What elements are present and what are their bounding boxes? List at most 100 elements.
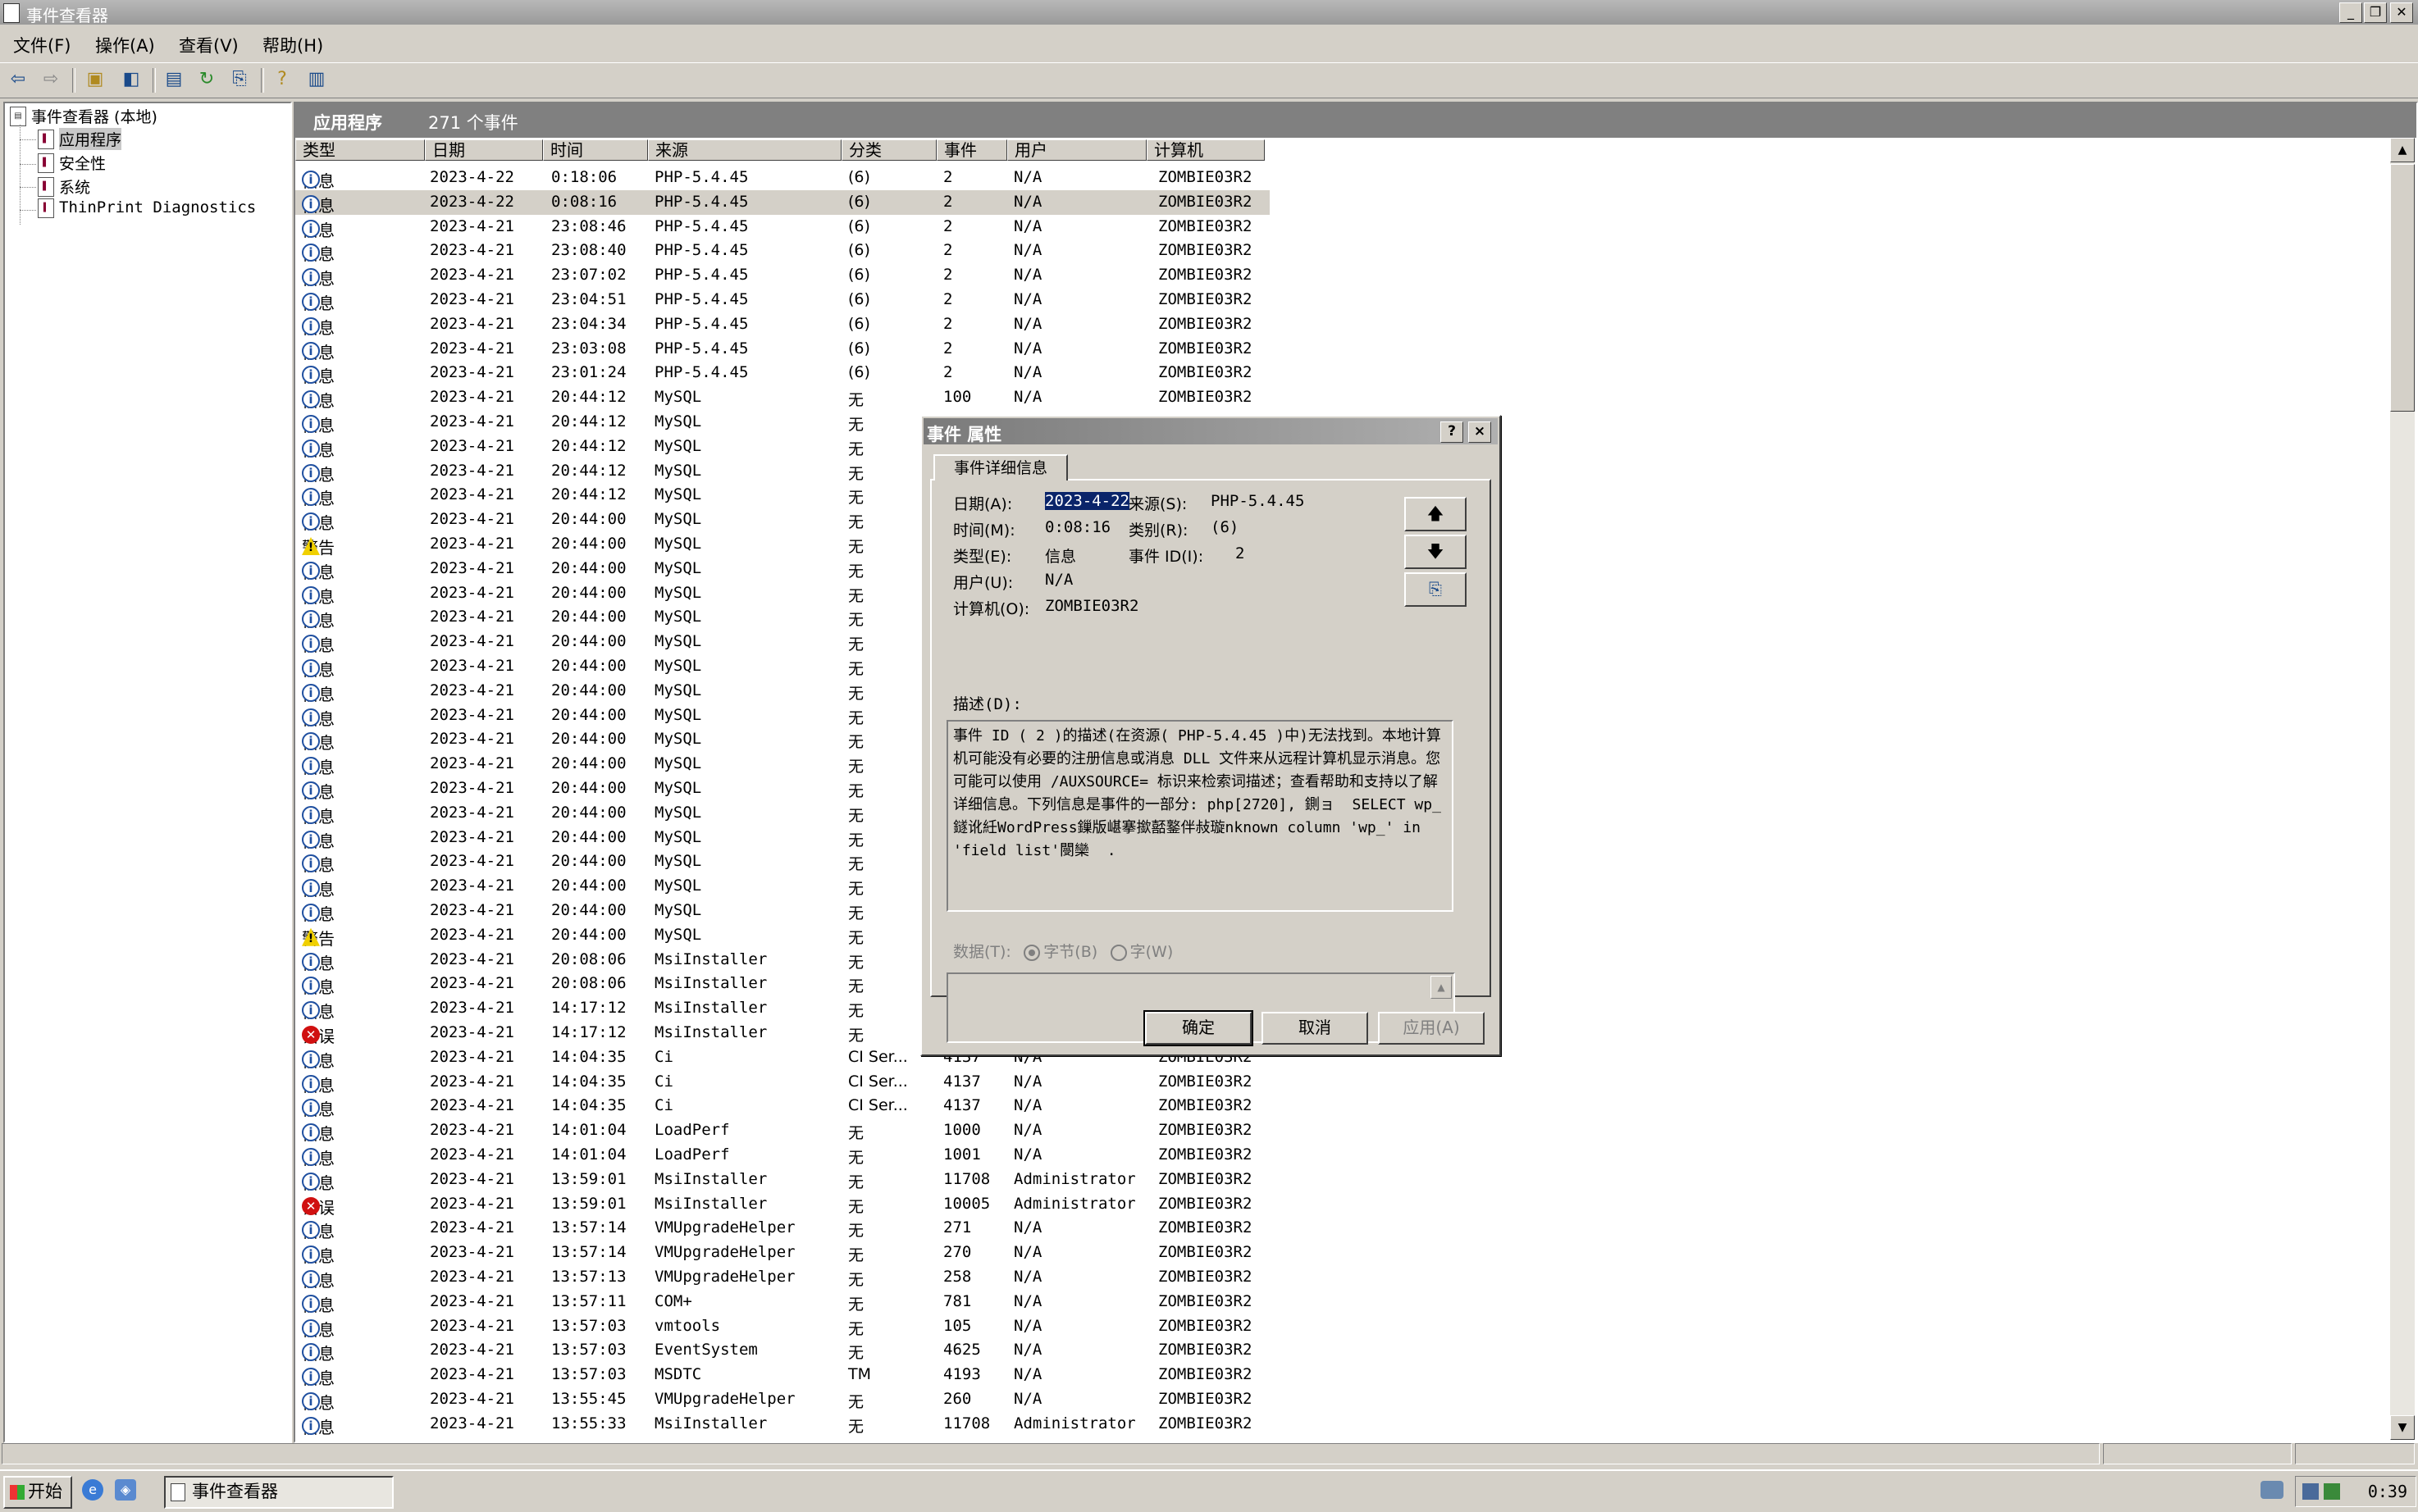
- scroll-thumb[interactable]: [2390, 164, 2415, 412]
- restore-button[interactable]: ❐: [2364, 2, 2387, 23]
- forward-arrow-icon[interactable]: ⇨: [39, 68, 62, 91]
- table-row[interactable]: i信息 2023-4-21 13:57:14 VMUpgradeHelper 无 271 N…: [295, 1216, 1270, 1241]
- tree-item-system[interactable]: ▌ 系统: [38, 175, 90, 197]
- network-tray-icon[interactable]: [2302, 1483, 2319, 1500]
- help-icon[interactable]: ?: [271, 68, 294, 91]
- table-row[interactable]: i信息 2023-4-21 13:57:03 EventSystem 无 4625 N/A Z…: [295, 1338, 1270, 1364]
- copy-button[interactable]: ⎘: [1404, 572, 1467, 607]
- dialog-close-button[interactable]: ×: [1468, 421, 1491, 443]
- column-header-category[interactable]: 分类: [842, 139, 937, 161]
- console-icon[interactable]: ▥: [305, 68, 328, 91]
- table-row[interactable]: i信息 2023-4-21 14:01:04 LoadPerf 无 1000 N/A ZOMB…: [295, 1118, 1270, 1144]
- source-field: 来源(S): PHP-5.4.45: [1129, 492, 1305, 513]
- table-row[interactable]: i信息 2023-4-21 13:57:13 VMUpgradeHelper 无 258 N…: [295, 1265, 1270, 1291]
- table-row[interactable]: i信息 2023-4-21 14:04:35 Ci CI Ser... 4137 N/A ZO…: [295, 1070, 1270, 1095]
- export-list-icon[interactable]: ⎘: [228, 68, 251, 91]
- column-header-source[interactable]: 来源: [648, 139, 842, 161]
- properties-icon[interactable]: ▤: [162, 68, 185, 91]
- description-label: 描述(D):: [953, 695, 1022, 713]
- table-row[interactable]: i信息 2023-4-21 13:57:14 VMUpgradeHelper 无 270 N…: [295, 1241, 1270, 1266]
- minimize-button[interactable]: _: [2339, 2, 2362, 23]
- error-icon: ✕: [302, 1026, 320, 1044]
- table-row[interactable]: i信息 2023-4-21 23:04:51 PHP-5.4.45 (6) 2 N/A ZOM…: [295, 288, 1270, 313]
- scroll-down-arrow-icon[interactable]: ▼: [2390, 1415, 2415, 1440]
- vmware-tray-icon[interactable]: [2324, 1483, 2340, 1500]
- vertical-scrollbar[interactable]: ▲ ▼: [2390, 138, 2415, 1440]
- description-box[interactable]: 事件 ID ( 2 )的描述(在资源( PHP-5.4.45 )中)无法找到。本…: [947, 720, 1453, 912]
- table-row[interactable]: i信息 2023-4-21 13:57:03 vmtools 无 105 N/A ZOMBIE…: [295, 1314, 1270, 1340]
- table-row[interactable]: i信息 2023-4-21 13:57:11 COM+ 无 781 N/A ZOMBIE03R…: [295, 1290, 1270, 1315]
- cell-d: 2023-4-21: [430, 314, 514, 333]
- menu-file[interactable]: 文件(F): [13, 33, 71, 57]
- table-row[interactable]: i信息 2023-4-21 23:08:40 PHP-5.4.45 (6) 2 N/A ZOM…: [295, 239, 1270, 264]
- cell-u: N/A: [1014, 1341, 1042, 1359]
- internet-explorer-icon[interactable]: e: [82, 1479, 103, 1501]
- table-row[interactable]: i信息 2023-4-21 14:04:35 Ci CI Ser... 4137 N/A ZO…: [295, 1094, 1270, 1119]
- radio-bytes[interactable]: [1024, 944, 1041, 961]
- tab-panel: 日期(A): 2023-4-22 时间(M): 0:08:16 类型(E): 信…: [930, 479, 1491, 1043]
- tab-event-details[interactable]: 事件详细信息: [933, 454, 1068, 480]
- menu-view[interactable]: 查看(V): [179, 33, 239, 57]
- column-header-computer[interactable]: 计算机: [1147, 139, 1265, 161]
- dialog-help-button[interactable]: ?: [1440, 421, 1463, 443]
- cell-c: ZOMBIE03R2: [1158, 1121, 1252, 1140]
- printer-tray-icon[interactable]: [2261, 1481, 2283, 1499]
- type-cell: ✕错误: [302, 1023, 335, 1047]
- window-titlebar[interactable]: 事件查看器 _ ❐ ✕: [0, 0, 2418, 25]
- type-cell: i信息: [302, 485, 335, 509]
- cell-src: MySQL: [655, 535, 702, 553]
- table-row[interactable]: i信息 2023-4-21 14:01:04 LoadPerf 无 1001 N/A ZOMB…: [295, 1143, 1270, 1168]
- quick-launch-icon[interactable]: ◈: [115, 1479, 136, 1501]
- table-row[interactable]: i信息 2023-4-21 13:55:45 VMUpgradeHelper 无 260 N…: [295, 1387, 1270, 1413]
- cell-ev: 10005: [943, 1194, 991, 1213]
- tree-item-application[interactable]: ▌ 应用程序: [38, 128, 122, 150]
- tree-item-thinprint[interactable]: ▌ ThinPrint Diagnostics: [38, 198, 256, 218]
- menu-help[interactable]: 帮助(H): [262, 33, 323, 57]
- column-header-type[interactable]: 类型: [295, 139, 425, 161]
- ok-button[interactable]: 确定: [1143, 1010, 1253, 1046]
- tree-root[interactable]: ▤ 事件查看器 (本地): [10, 105, 157, 126]
- table-row[interactable]: i信息 2023-4-21 13:57:03 MSDTC TM 4193 N/A ZOMBIE…: [295, 1363, 1270, 1388]
- cancel-button[interactable]: 取消: [1261, 1012, 1368, 1045]
- cell-c: ZOMBIE03R2: [1158, 290, 1252, 308]
- table-row[interactable]: i信息 2023-4-21 20:44:12 MySQL 无 100 N/A ZOMBIE03…: [295, 385, 1270, 411]
- next-event-button[interactable]: 🡇: [1404, 535, 1467, 569]
- radio-words[interactable]: [1110, 944, 1127, 961]
- table-row[interactable]: ✕错误 2023-4-21 13:59:01 MsiInstaller 无 10005 Ad…: [295, 1192, 1270, 1218]
- table-row[interactable]: i信息 2023-4-21 23:03:08 PHP-5.4.45 (6) 2 N/A ZOM…: [295, 337, 1270, 362]
- taskbar-item-event-viewer[interactable]: 事件查看器: [164, 1476, 394, 1509]
- show-hide-tree-icon[interactable]: ◧: [120, 68, 143, 91]
- info-icon: i: [302, 952, 320, 971]
- cell-cat: 无: [848, 562, 865, 581]
- cell-cat: 无: [848, 831, 865, 849]
- cell-t: 13:57:03: [551, 1341, 627, 1359]
- dialog-titlebar[interactable]: 事件 属性 ? ×: [924, 418, 1498, 444]
- table-row[interactable]: i信息 2023-4-21 23:08:46 PHP-5.4.45 (6) 2 N/A ZOM…: [295, 215, 1270, 240]
- previous-event-button[interactable]: 🡅: [1404, 497, 1467, 531]
- scroll-up-arrow-icon[interactable]: ▲: [1430, 976, 1452, 999]
- table-row[interactable]: i信息 2023-4-22 0:08:16 PHP-5.4.45 (6) 2 N/A ZOMB…: [295, 189, 1270, 216]
- start-button[interactable]: 开始: [3, 1476, 72, 1509]
- apply-button[interactable]: 应用(A): [1378, 1012, 1485, 1045]
- table-row[interactable]: i信息 2023-4-21 23:04:34 PHP-5.4.45 (6) 2 N/A ZOM…: [295, 312, 1270, 338]
- table-row[interactable]: i信息 2023-4-22 0:18:06 PHP-5.4.45 (6) 2 N/A ZOMB…: [295, 166, 1270, 191]
- cell-c: ZOMBIE03R2: [1158, 1291, 1252, 1310]
- computer-value: ZOMBIE03R2: [1045, 597, 1139, 615]
- close-window-button[interactable]: ✕: [2390, 2, 2413, 23]
- table-row[interactable]: i信息 2023-4-21 13:55:33 MsiInstaller 无 11708 Ad…: [295, 1412, 1270, 1437]
- menu-action[interactable]: 操作(A): [95, 33, 155, 57]
- table-row[interactable]: i信息 2023-4-21 13:59:01 MsiInstaller 无 11708 Ad…: [295, 1168, 1270, 1193]
- user-value: N/A: [1045, 571, 1074, 589]
- table-row[interactable]: i信息 2023-4-21 23:07:02 PHP-5.4.45 (6) 2 N/A ZOM…: [295, 263, 1270, 289]
- column-header-user[interactable]: 用户: [1007, 139, 1147, 161]
- tree-item-security[interactable]: ▌ 安全性: [38, 152, 106, 173]
- up-folder-icon[interactable]: ▣: [84, 68, 107, 91]
- back-arrow-icon[interactable]: ⇦: [7, 68, 30, 91]
- refresh-icon[interactable]: ↻: [195, 68, 218, 91]
- column-header-event[interactable]: 事件: [937, 139, 1007, 161]
- column-header-date[interactable]: 日期: [425, 139, 543, 161]
- date-value[interactable]: 2023-4-22: [1045, 492, 1129, 510]
- scroll-up-arrow-icon[interactable]: ▲: [2390, 138, 2415, 162]
- column-header-time[interactable]: 时间: [543, 139, 648, 161]
- table-row[interactable]: i信息 2023-4-21 23:01:24 PHP-5.4.45 (6) 2 N/A ZOM…: [295, 361, 1270, 386]
